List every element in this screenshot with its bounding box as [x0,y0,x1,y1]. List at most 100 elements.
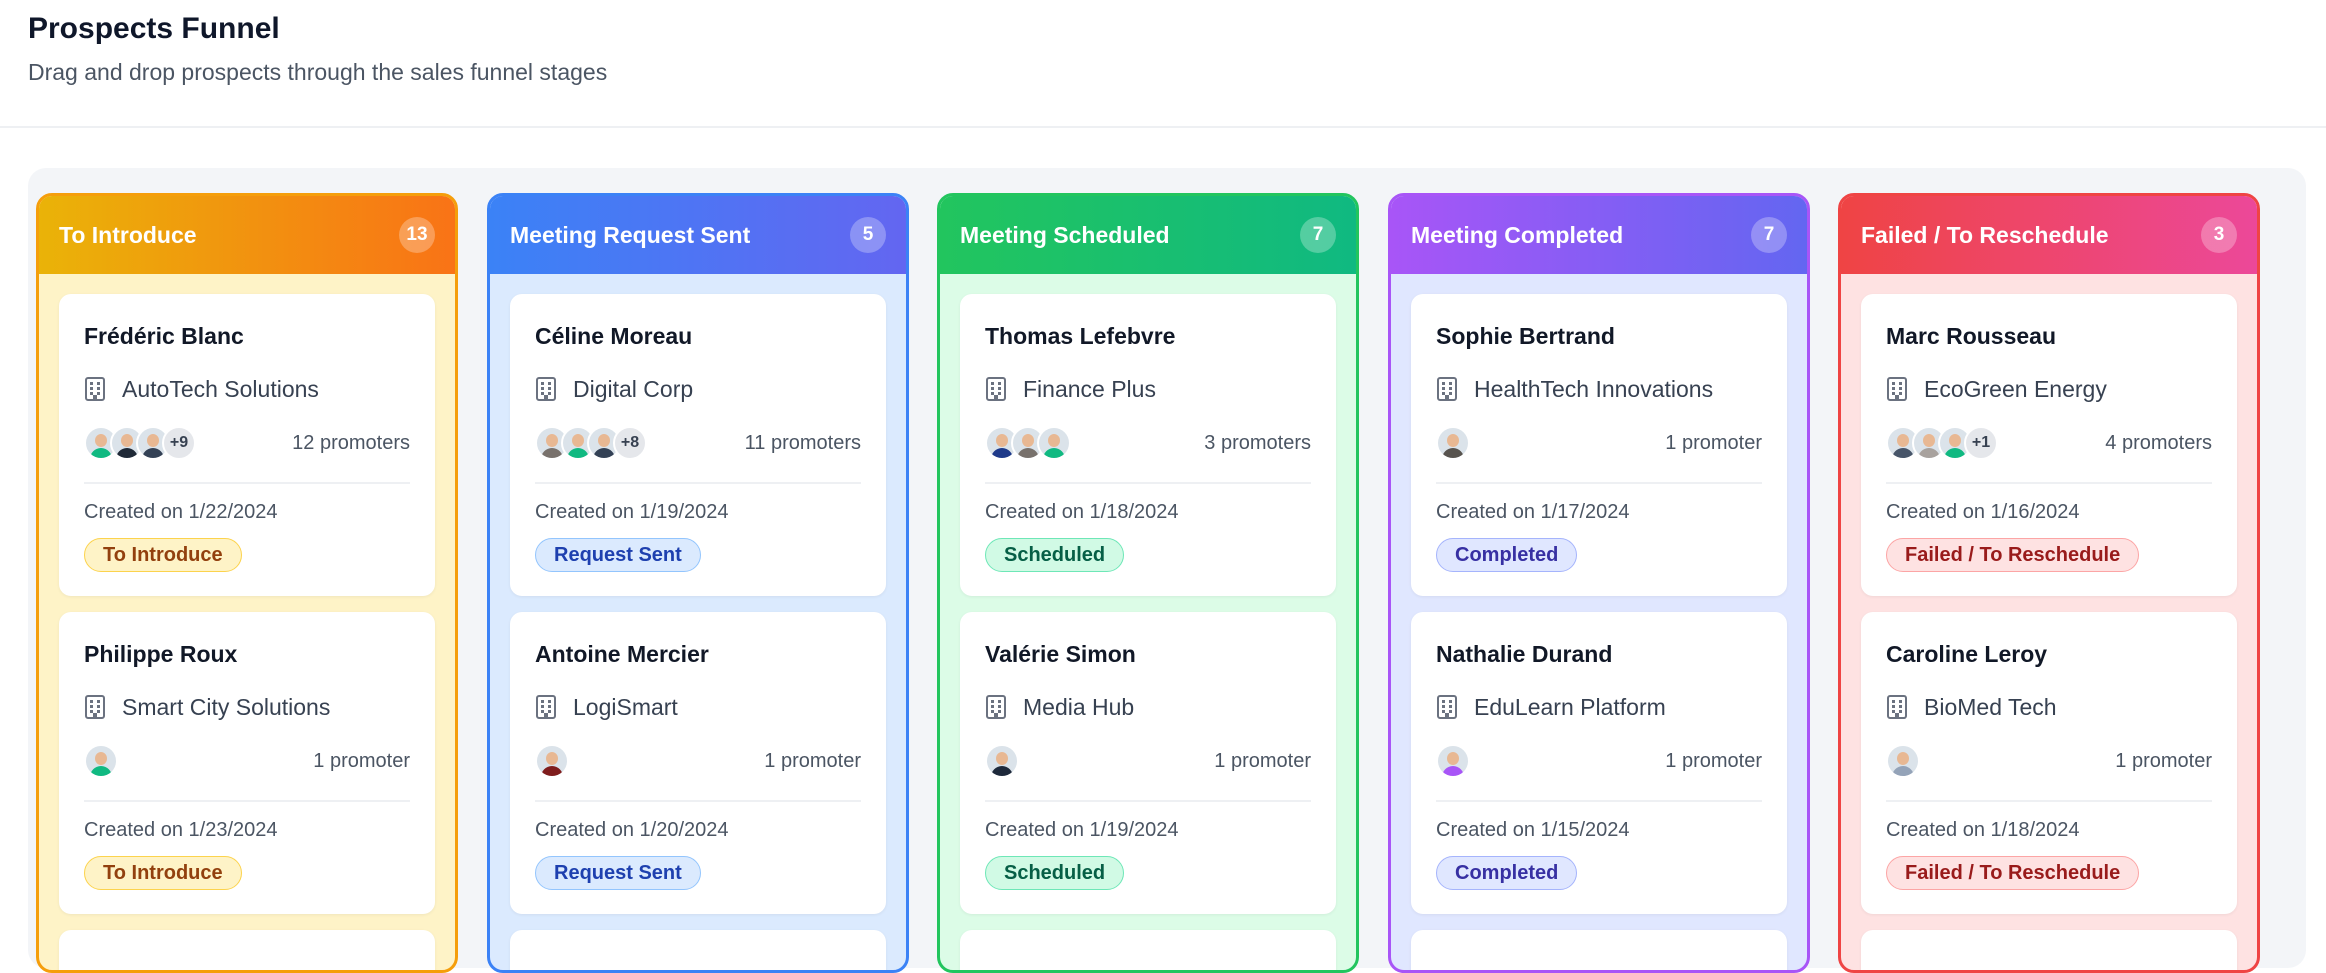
status-badge: Scheduled [985,538,1125,572]
promoters-count: 1 promoter [1214,749,1311,772]
avatar-stack [535,744,569,778]
prospect-name: Thomas Lefebvre [985,323,1176,349]
column-title: Failed / To Reschedule [1861,221,2109,248]
status-badge: Scheduled [985,856,1125,890]
column-title: Meeting Request Sent [510,221,751,248]
company-row: Media Hub [985,692,1311,722]
divider [84,482,410,484]
kanban-board: To Introduce 13 Frédéric Blanc AutoTech Sol… [28,168,2306,973]
promoters-count: 12 promoters [292,431,410,454]
avatar-stack [84,744,118,778]
company-row: Smart City Solutions [84,692,410,722]
promoters-row: 1 promoter [84,742,410,780]
funnel-column[interactable]: Meeting Scheduled 7 Thomas Lefebvre Finance… [937,193,1359,973]
prospect-card[interactable]: Philippe Roux Smart City Solutions 1 promo… [59,612,435,914]
avatar [985,744,1019,778]
column-header: Meeting Request Sent 5 [490,196,906,274]
prospect-card[interactable] [510,930,886,970]
created-date: Created on 1/22/2024 [84,501,278,523]
building-icon [1436,376,1458,402]
promoters-count: 11 promoters [744,431,861,454]
prospect-card[interactable]: Sophie Bertrand HealthTech Innovations 1 p… [1411,294,1787,596]
company-row: LogiSmart [535,692,861,722]
divider [985,800,1311,802]
status-badge: To Introduce [84,856,242,890]
prospect-card[interactable]: Valérie Simon Media Hub 1 promoter Created … [960,612,1336,914]
prospect-card[interactable]: Frédéric Blanc AutoTech Solutions +9 12 pro… [59,294,435,596]
more-avatars-badge: +9 [162,426,196,460]
promoters-count: 1 promoter [313,749,410,772]
prospect-name: Valérie Simon [985,641,1136,667]
building-icon [985,694,1007,720]
company-name: Finance Plus [1023,375,1156,402]
promoters-row: 1 promoter [535,742,861,780]
avatar-stack: +8 [535,426,647,460]
funnel-column[interactable]: Meeting Completed 7 Sophie Bertrand HealthT… [1388,193,1810,973]
avatar-stack [1436,426,1470,460]
prospect-card[interactable] [960,930,1336,970]
created-date: Created on 1/19/2024 [985,819,1179,841]
status-badge: Failed / To Reschedule [1886,856,2140,890]
page-title: Prospects Funnel [28,12,280,45]
prospect-card[interactable] [1861,930,2237,970]
prospect-card[interactable]: Antoine Mercier LogiSmart 1 promoter Create… [510,612,886,914]
column-cards: Thomas Lefebvre Finance Plus 3 promoters Cr… [940,274,1356,970]
created-date: Created on 1/23/2024 [84,819,278,841]
column-count-badge: 3 [2201,217,2237,253]
prospect-name: Antoine Mercier [535,641,709,667]
status-badge: To Introduce [84,538,242,572]
funnel-column[interactable]: Meeting Request Sent 5 Céline Moreau Digita… [487,193,909,973]
column-count-badge: 5 [850,217,886,253]
building-icon [985,376,1007,402]
created-date: Created on 1/16/2024 [1886,501,2080,523]
prospect-name: Céline Moreau [535,323,693,349]
divider [1886,482,2212,484]
avatar [1037,426,1071,460]
company-name: BioMed Tech [1924,693,2057,720]
divider [535,482,861,484]
company-name: AutoTech Solutions [122,375,319,402]
prospect-name: Nathalie Durand [1436,641,1613,667]
prospect-card[interactable]: Marc Rousseau EcoGreen Energy +1 4 promoter… [1861,294,2237,596]
column-count-badge: 7 [1300,217,1336,253]
company-name: EduLearn Platform [1474,693,1666,720]
building-icon [535,694,557,720]
column-count-badge: 13 [399,217,435,253]
divider [1436,800,1762,802]
company-row: HealthTech Innovations [1436,374,1762,404]
building-icon [1886,694,1908,720]
divider [1436,482,1762,484]
prospect-card[interactable]: Nathalie Durand EduLearn Platform 1 promot… [1411,612,1787,914]
avatar-stack [985,426,1071,460]
prospect-name: Caroline Leroy [1886,641,2048,667]
created-date: Created on 1/15/2024 [1436,819,1630,841]
avatar-stack [985,744,1019,778]
column-header: Meeting Completed 7 [1391,196,1807,274]
company-row: BioMed Tech [1886,692,2212,722]
prospect-card[interactable]: Thomas Lefebvre Finance Plus 3 promoters Cr… [960,294,1336,596]
building-icon [84,694,106,720]
promoters-row: 1 promoter [985,742,1311,780]
funnel-column[interactable]: Failed / To Reschedule 3 Marc Rousseau EcoG… [1838,193,2260,973]
column-cards: Marc Rousseau EcoGreen Energy +1 4 promoter… [1841,274,2257,970]
funnel-column[interactable]: To Introduce 13 Frédéric Blanc AutoTech Sol… [36,193,458,973]
column-title: Meeting Completed [1411,221,1624,248]
divider [985,482,1311,484]
column-cards: Sophie Bertrand HealthTech Innovations 1 p… [1391,274,1807,970]
status-badge: Failed / To Reschedule [1886,538,2140,572]
avatar [1436,426,1470,460]
prospect-card[interactable]: Caroline Leroy BioMed Tech 1 promoter Creat… [1861,612,2237,914]
company-name: HealthTech Innovations [1474,375,1714,402]
promoters-row: +1 4 promoters [1886,424,2212,462]
prospect-card[interactable]: Céline Moreau Digital Corp +8 11 promoters C… [510,294,886,596]
company-name: Smart City Solutions [122,693,331,720]
prospect-name: Philippe Roux [84,641,238,667]
divider [535,800,861,802]
prospect-card[interactable] [59,930,435,970]
column-header: Meeting Scheduled 7 [940,196,1356,274]
building-icon [535,376,557,402]
page-header: Prospects Funnel Drag and drop prospects… [0,0,2326,128]
promoters-count: 1 promoter [1665,749,1762,772]
prospect-card[interactable] [1411,930,1787,970]
building-icon [84,376,106,402]
